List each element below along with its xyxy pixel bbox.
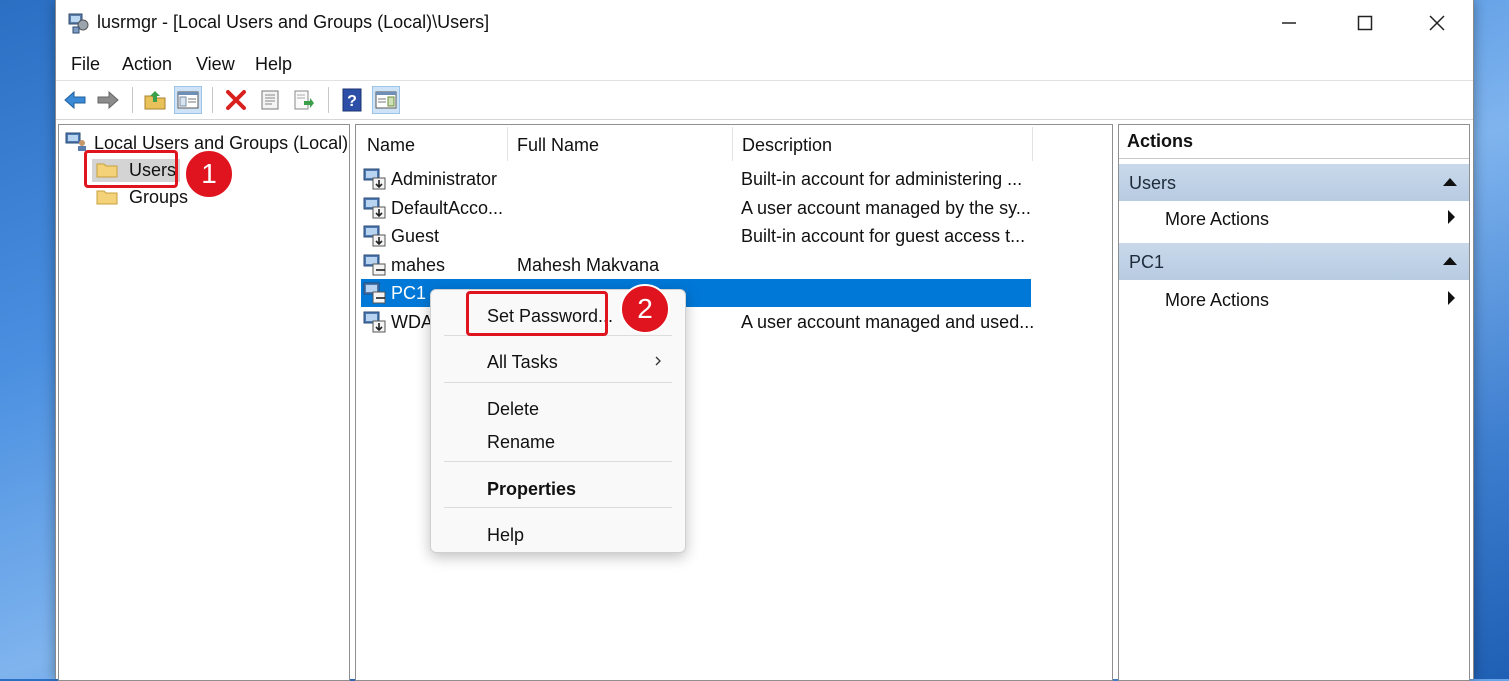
row-name: mahes [391,255,446,275]
row-description: A user account managed by the sy... [741,198,1031,218]
action-pane-icon [375,91,397,109]
more-actions-users[interactable]: More Actions [1165,209,1269,230]
export-list-button[interactable] [290,86,318,114]
title-bar[interactable]: lusrmgr - [Local Users and Groups (Local… [56,0,1473,46]
actions-section-users[interactable]: Users [1119,164,1469,201]
menu-separator [444,507,672,508]
maximize-icon [1357,15,1373,31]
menu-item-rename[interactable]: Rename [487,432,555,453]
table-row[interactable]: DefaultAcco... A user account managed by… [361,194,1031,222]
row-name: PC1 [391,283,427,303]
actions-section-pc1[interactable]: PC1 [1119,243,1469,280]
svg-text:?: ? [347,93,357,110]
user-account-icon [363,254,386,276]
column-header-description[interactable]: Description [742,135,832,156]
back-button[interactable] [61,86,89,114]
table-row[interactable]: Administrator Built-in account for admin… [361,165,1031,193]
collapse-arrow-icon[interactable] [1443,178,1457,186]
toolbar: ? [56,81,1473,120]
menu-action[interactable]: Action [122,54,172,75]
menu-bar: File Action View Help [56,46,1473,81]
row-name: Administrator [391,169,498,189]
forward-button[interactable] [94,86,122,114]
back-arrow-icon [64,90,86,110]
lusrmgr-window: lusrmgr - [Local Users and Groups (Local… [55,0,1474,681]
show-hide-console-tree-button[interactable] [174,86,202,114]
row-full-name: Mahesh Makvana [517,255,660,275]
toolbar-separator [328,87,329,113]
properties-icon [261,90,279,110]
table-row[interactable]: mahes Mahesh Makvana [361,251,1031,279]
folder-up-icon [144,91,166,110]
menu-file[interactable]: File [71,54,100,75]
menu-item-help[interactable]: Help [487,525,524,546]
chevron-right-icon [655,356,661,366]
maximize-button[interactable] [1330,0,1400,46]
help-button[interactable]: ? [338,86,366,114]
row-description: A user account managed and used... [741,312,1035,332]
console-tree-pane: Local Users and Groups (Local) Users Gro… [58,124,350,681]
console-tree-icon [177,91,199,109]
user-account-icon [363,282,386,304]
computer-management-icon [68,13,89,34]
annotation-badge-2: 2 [620,284,670,334]
highlight-box-users [84,150,178,188]
menu-help[interactable]: Help [255,54,292,75]
menu-separator [444,382,672,383]
window-title: lusrmgr - [Local Users and Groups (Local… [97,12,490,32]
highlight-box-set-password [466,291,608,336]
row-name: DefaultAcco... [391,198,504,218]
tree-item-label: Groups [129,187,189,207]
menu-item-all-tasks[interactable]: All Tasks [487,352,558,373]
menu-view[interactable]: View [196,54,235,75]
minimize-button[interactable] [1254,0,1324,46]
menu-separator [444,461,672,462]
tree-item-groups[interactable]: Groups [92,186,192,209]
user-account-icon [363,225,386,247]
column-divider[interactable] [732,127,733,161]
help-icon: ? [342,88,362,112]
properties-button[interactable] [256,86,284,114]
toolbar-separator [132,87,133,113]
close-icon [1429,15,1445,31]
user-account-icon [363,168,386,190]
delete-button[interactable] [222,86,250,114]
menu-item-delete[interactable]: Delete [487,399,539,420]
folder-icon [96,190,118,205]
actions-section-title: PC1 [1129,252,1165,272]
column-header-full-name[interactable]: Full Name [517,135,599,156]
row-name: Guest [391,226,440,246]
actions-section-title: Users [1129,173,1177,193]
actions-header: Actions [1119,131,1469,159]
row-name: WDA [391,312,433,332]
submenu-arrow-icon[interactable] [1448,291,1455,305]
toolbar-separator [212,87,213,113]
up-level-button[interactable] [141,86,169,114]
close-button[interactable] [1402,0,1472,46]
row-description: Built-in account for guest access t... [741,226,1026,246]
forward-arrow-icon [97,90,119,110]
column-divider[interactable] [507,127,508,161]
computer-users-icon [65,132,86,151]
submenu-arrow-icon[interactable] [1448,210,1455,224]
export-list-icon [294,90,314,110]
show-hide-action-pane-button[interactable] [372,86,400,114]
minimize-icon [1282,22,1296,24]
table-row[interactable]: Guest Built-in account for guest access … [361,222,1031,250]
actions-pane: Actions Users More Actions PC1 More Acti… [1118,124,1470,681]
column-header-name[interactable]: Name [367,135,415,156]
more-actions-pc1[interactable]: More Actions [1165,290,1269,311]
annotation-badge-1: 1 [184,149,234,199]
delete-x-icon [226,90,246,110]
user-account-icon [363,311,386,333]
column-divider[interactable] [1032,127,1033,161]
collapse-arrow-icon[interactable] [1443,257,1457,265]
user-account-icon [363,197,386,219]
row-description: Built-in account for administering ... [741,169,1023,189]
menu-item-properties[interactable]: Properties [487,479,576,500]
